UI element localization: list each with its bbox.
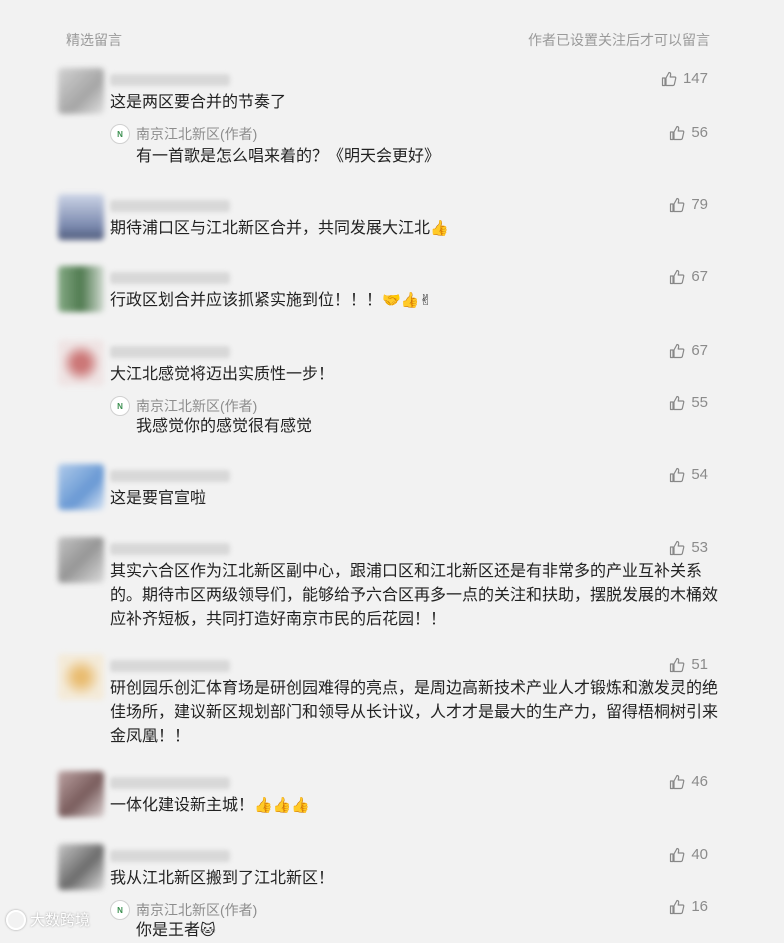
avatar[interactable] bbox=[58, 771, 104, 817]
like-button[interactable]: 67 bbox=[669, 268, 708, 285]
comment-text: 这是两区要合并的节奏了 bbox=[110, 94, 287, 111]
like-count: 54 bbox=[691, 466, 708, 483]
comment-text: 我从江北新区搬到了江北新区！ bbox=[110, 870, 335, 887]
reply-author: 南京江北新区(作者) bbox=[136, 126, 258, 142]
featured-comments-label: 精选留言 bbox=[66, 32, 122, 48]
avatar[interactable] bbox=[58, 194, 104, 240]
user-name bbox=[110, 272, 230, 284]
reply-author: 南京江北新区(作者) bbox=[136, 398, 258, 414]
author-logo-icon: N bbox=[110, 900, 130, 920]
like-button[interactable]: 40 bbox=[669, 846, 708, 863]
like-button[interactable]: 54 bbox=[669, 466, 708, 483]
comment-policy-note: 作者已设置关注后才可以留言 bbox=[528, 32, 710, 48]
like-count: 46 bbox=[691, 773, 708, 790]
thumbs-up-emoji: 👍👍👍 bbox=[254, 797, 311, 814]
like-button[interactable]: 55 bbox=[669, 394, 708, 411]
reply-text: 你是王者🐱 bbox=[136, 919, 216, 943]
like-button[interactable]: 67 bbox=[669, 342, 708, 359]
reply-text: 我感觉你的感觉很有感觉 bbox=[136, 418, 313, 435]
user-name bbox=[110, 543, 230, 555]
avatar[interactable] bbox=[58, 266, 104, 312]
comment-text: 一体化建设新主城！👍👍👍 bbox=[110, 794, 720, 818]
thumbs-up-icon bbox=[670, 343, 685, 358]
avatar[interactable] bbox=[58, 464, 104, 510]
user-name bbox=[110, 200, 230, 212]
watermark-logo-icon bbox=[6, 909, 26, 930]
author-logo-icon: N bbox=[110, 396, 130, 416]
comment-text: 其实六合区作为江北新区副中心，跟浦口区和江北新区还是有非常多的产业互补关系的。期… bbox=[110, 563, 719, 628]
like-count: 79 bbox=[691, 196, 708, 213]
like-button[interactable]: 79 bbox=[669, 196, 708, 213]
thumbs-up-icon bbox=[670, 395, 685, 410]
comment-text: 大江北感觉将迈出实质性一步！ bbox=[110, 366, 335, 383]
like-count: 56 bbox=[691, 124, 708, 141]
comment-text: 这是要官宣啦 bbox=[110, 490, 207, 507]
comment-text: 期待浦口区与江北新区合并，共同发展大江北👍 bbox=[110, 217, 720, 241]
watermark: 大数跨境 bbox=[6, 909, 90, 930]
cat-emoji: 🐱 bbox=[200, 922, 216, 939]
thumbs-up-icon bbox=[670, 467, 685, 482]
avatar[interactable] bbox=[58, 654, 104, 700]
like-count: 55 bbox=[691, 394, 708, 411]
user-name bbox=[110, 346, 230, 358]
like-count: 147 bbox=[682, 70, 708, 87]
author-logo-icon: N bbox=[110, 124, 130, 144]
like-count: 67 bbox=[691, 268, 708, 285]
user-name bbox=[110, 777, 230, 789]
like-button[interactable]: 53 bbox=[669, 539, 708, 556]
avatar[interactable] bbox=[58, 844, 104, 890]
avatar[interactable] bbox=[58, 68, 104, 114]
thumbs-up-icon bbox=[670, 657, 685, 672]
thumbs-up-icon bbox=[670, 774, 685, 789]
like-button[interactable]: 56 bbox=[669, 124, 708, 141]
reply-author: 南京江北新区(作者) bbox=[136, 902, 258, 918]
thumbs-up-icon bbox=[670, 847, 685, 862]
user-name bbox=[110, 660, 230, 672]
thumbs-up-icon bbox=[661, 71, 677, 86]
thumbs-up-icon bbox=[670, 540, 685, 555]
user-name bbox=[110, 850, 230, 862]
like-button[interactable]: 16 bbox=[669, 898, 708, 915]
comments-header: 精选留言 作者已设置关注后才可以留言 bbox=[66, 30, 710, 50]
thumbs-up-icon bbox=[670, 125, 685, 140]
thumbs-up-icon bbox=[670, 197, 685, 212]
watermark-text: 大数跨境 bbox=[30, 912, 91, 929]
thumbs-up-icon bbox=[670, 269, 685, 284]
like-button[interactable]: 46 bbox=[669, 773, 708, 790]
avatar[interactable] bbox=[58, 537, 104, 583]
thumbs-up-icon bbox=[670, 899, 685, 914]
like-count: 40 bbox=[691, 846, 708, 863]
like-count: 67 bbox=[691, 342, 708, 359]
user-name bbox=[110, 74, 230, 86]
emoji-group: 🤝👍✌ bbox=[382, 292, 432, 309]
like-count: 16 bbox=[691, 898, 708, 915]
user-name bbox=[110, 470, 230, 482]
reply-text: 有一首歌是怎么唱来着的？《明天会更好》 bbox=[136, 148, 441, 165]
comment-text: 研创园乐创汇体育场是研创园难得的亮点，是周边高新技术产业人才锻炼和激发灵的绝佳场… bbox=[110, 680, 719, 745]
comment-text: 行政区划合并应该抓紧实施到位！！！🤝👍✌ bbox=[110, 289, 720, 313]
like-count: 51 bbox=[691, 656, 708, 673]
like-count: 53 bbox=[691, 539, 708, 556]
like-button[interactable]: 147 bbox=[661, 70, 708, 87]
avatar[interactable] bbox=[58, 340, 104, 386]
like-button[interactable]: 51 bbox=[669, 656, 708, 673]
thumbs-up-emoji: 👍 bbox=[430, 220, 449, 237]
